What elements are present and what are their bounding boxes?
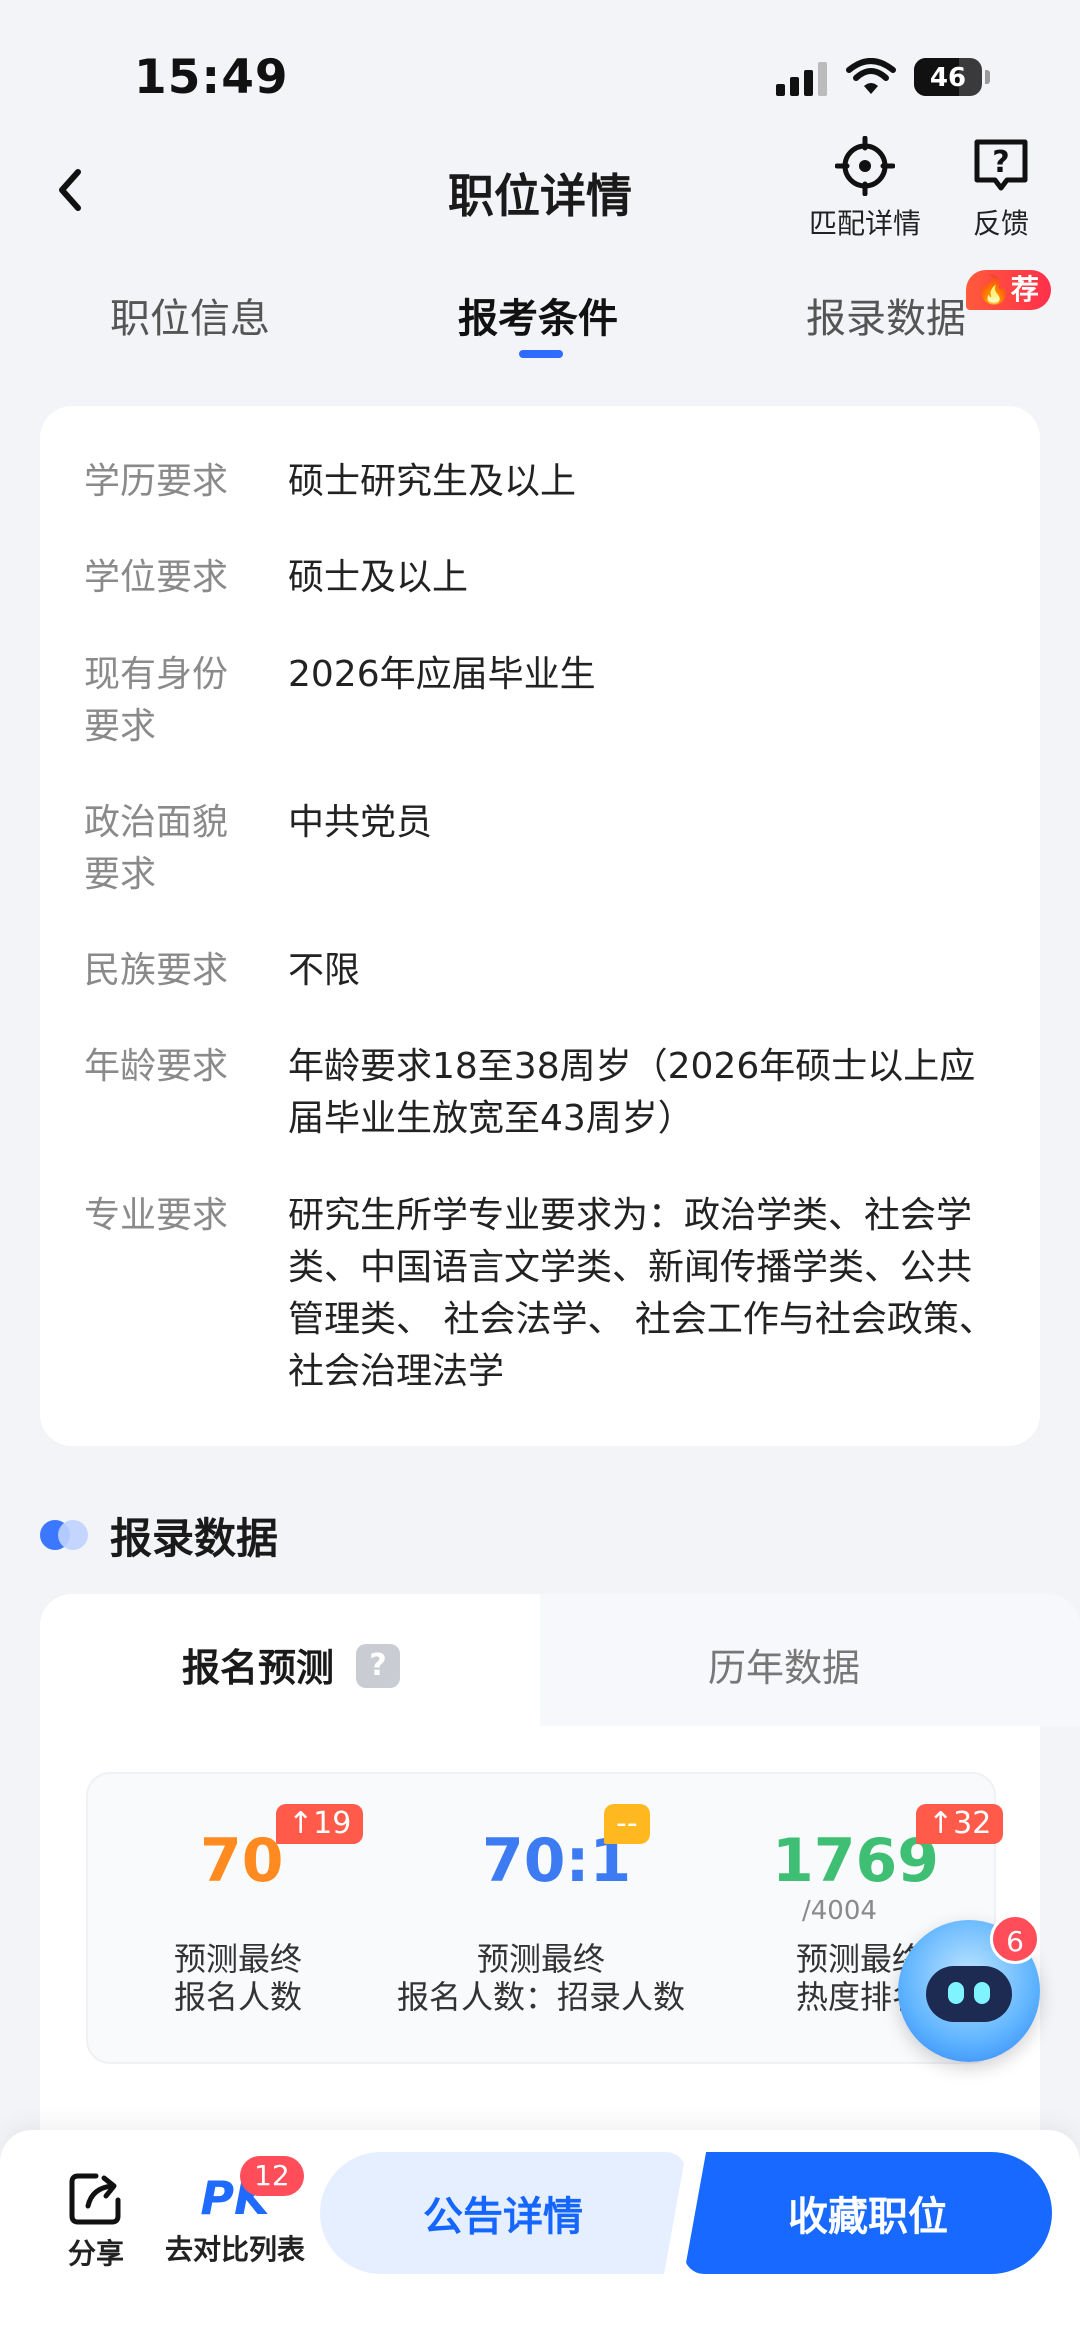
- requirement-label: 民族要求: [84, 950, 229, 991]
- status-bar: 15:49 46: [0, 0, 1080, 130]
- share-button[interactable]: 分享: [56, 2168, 136, 2272]
- active-tab-indicator: [519, 350, 563, 358]
- share-label: 分享: [67, 2237, 124, 2270]
- stat-rank-total: /4004: [802, 1896, 877, 1926]
- tab-admission-data[interactable]: 报录数据: [806, 286, 966, 344]
- match-details-label: 匹配详情: [808, 207, 921, 240]
- notice-details-label: 公告详情: [423, 2194, 583, 2240]
- help-icon[interactable]: ?: [356, 1644, 400, 1688]
- screen: 15:49 46 职位详情 匹配详情 ? 反馈 职位信息 报考条件 报录数据 🔥…: [0, 0, 1080, 2341]
- stat-value: 1769: [772, 1826, 939, 1896]
- requirement-label: 现有身份要求: [84, 654, 229, 747]
- requirement-label: 政治面貌要求: [84, 802, 229, 895]
- stat-change-value: 32: [953, 1806, 992, 1841]
- favorite-position-label: 收藏职位: [788, 2194, 948, 2240]
- requirement-value: 研究生所学专业要求为：政治学类、社会学类、中国语言文学类、新闻传播学类、公共管理…: [288, 1195, 995, 1392]
- stat-change-badge: --: [604, 1804, 650, 1844]
- compare-count-badge: 12: [240, 2156, 304, 2196]
- stat-change-badge: ↑32: [916, 1804, 1004, 1844]
- requirement-value: 年龄要求18至38周岁（2026年硕士以上应届毕业生放宽至43周岁）: [288, 1046, 976, 1139]
- share-icon: [69, 2173, 121, 2225]
- battery-icon: 46: [914, 58, 982, 96]
- stat-change-value: 19: [313, 1806, 352, 1841]
- robot-icon: [926, 1966, 1012, 2022]
- tab-registration-forecast[interactable]: 报名预测: [182, 1637, 334, 1692]
- assistant-badge: 6: [990, 1914, 1040, 1964]
- requirement-label: 专业要求: [84, 1195, 229, 1236]
- requirement-value: 不限: [288, 950, 361, 991]
- tab-position-info[interactable]: 职位信息: [110, 286, 270, 344]
- svg-text:?: ?: [992, 145, 1009, 180]
- compare-list-label: 去对比列表: [164, 2233, 305, 2266]
- tab-exam-conditions[interactable]: 报考条件: [458, 286, 618, 344]
- stat-caption: 预测最终 报名人数: [120, 1940, 356, 2016]
- notice-details-button[interactable]: 公告详情: [320, 2152, 686, 2274]
- stat-caption-text: 预测最终 报名人数: [173, 1940, 302, 2016]
- target-icon: [835, 136, 895, 196]
- section-title: 报录数据: [110, 1514, 279, 1563]
- wifi-icon: [846, 58, 896, 94]
- requirement-label: 年龄要求: [84, 1046, 229, 1087]
- match-details-button[interactable]: 匹配详情: [800, 136, 930, 242]
- feedback-button[interactable]: ? 反馈: [936, 136, 1066, 242]
- stat-caption: 预测最终 报名人数：招录人数: [378, 1940, 704, 2016]
- requirement-value: 硕士及以上: [288, 557, 469, 598]
- status-time: 15:49: [134, 50, 289, 105]
- requirement-label: 学历要求: [84, 461, 229, 502]
- requirement-value: 硕士研究生及以上: [288, 461, 577, 502]
- battery-level: 46: [929, 63, 967, 93]
- feedback-icon: ?: [974, 139, 1028, 191]
- requirement-value: 中共党员: [288, 802, 433, 843]
- recommend-badge-text: 荐: [1010, 273, 1039, 306]
- stat-change-badge: ↑19: [276, 1804, 364, 1844]
- requirements-card: 学历要求 硕士研究生及以上 学位要求 硕士及以上 现有身份要求 2026年应届毕…: [40, 406, 1040, 1446]
- favorite-position-button[interactable]: 收藏职位: [684, 2152, 1052, 2274]
- requirement-label: 学位要求: [84, 557, 229, 598]
- signal-icon: [776, 62, 828, 96]
- stat-caption-text: 预测最终 报名人数：招录人数: [396, 1940, 685, 2016]
- section-dot-icon: [58, 1520, 88, 1550]
- feedback-label: 反馈: [972, 207, 1029, 240]
- fire-icon: 🔥: [976, 273, 1011, 306]
- requirement-value: 2026年应届毕业生: [288, 654, 596, 695]
- stat-value: 70: [200, 1826, 284, 1896]
- recommend-badge: 🔥荐: [966, 270, 1051, 310]
- tab-history-data[interactable]: 历年数据: [708, 1637, 860, 1692]
